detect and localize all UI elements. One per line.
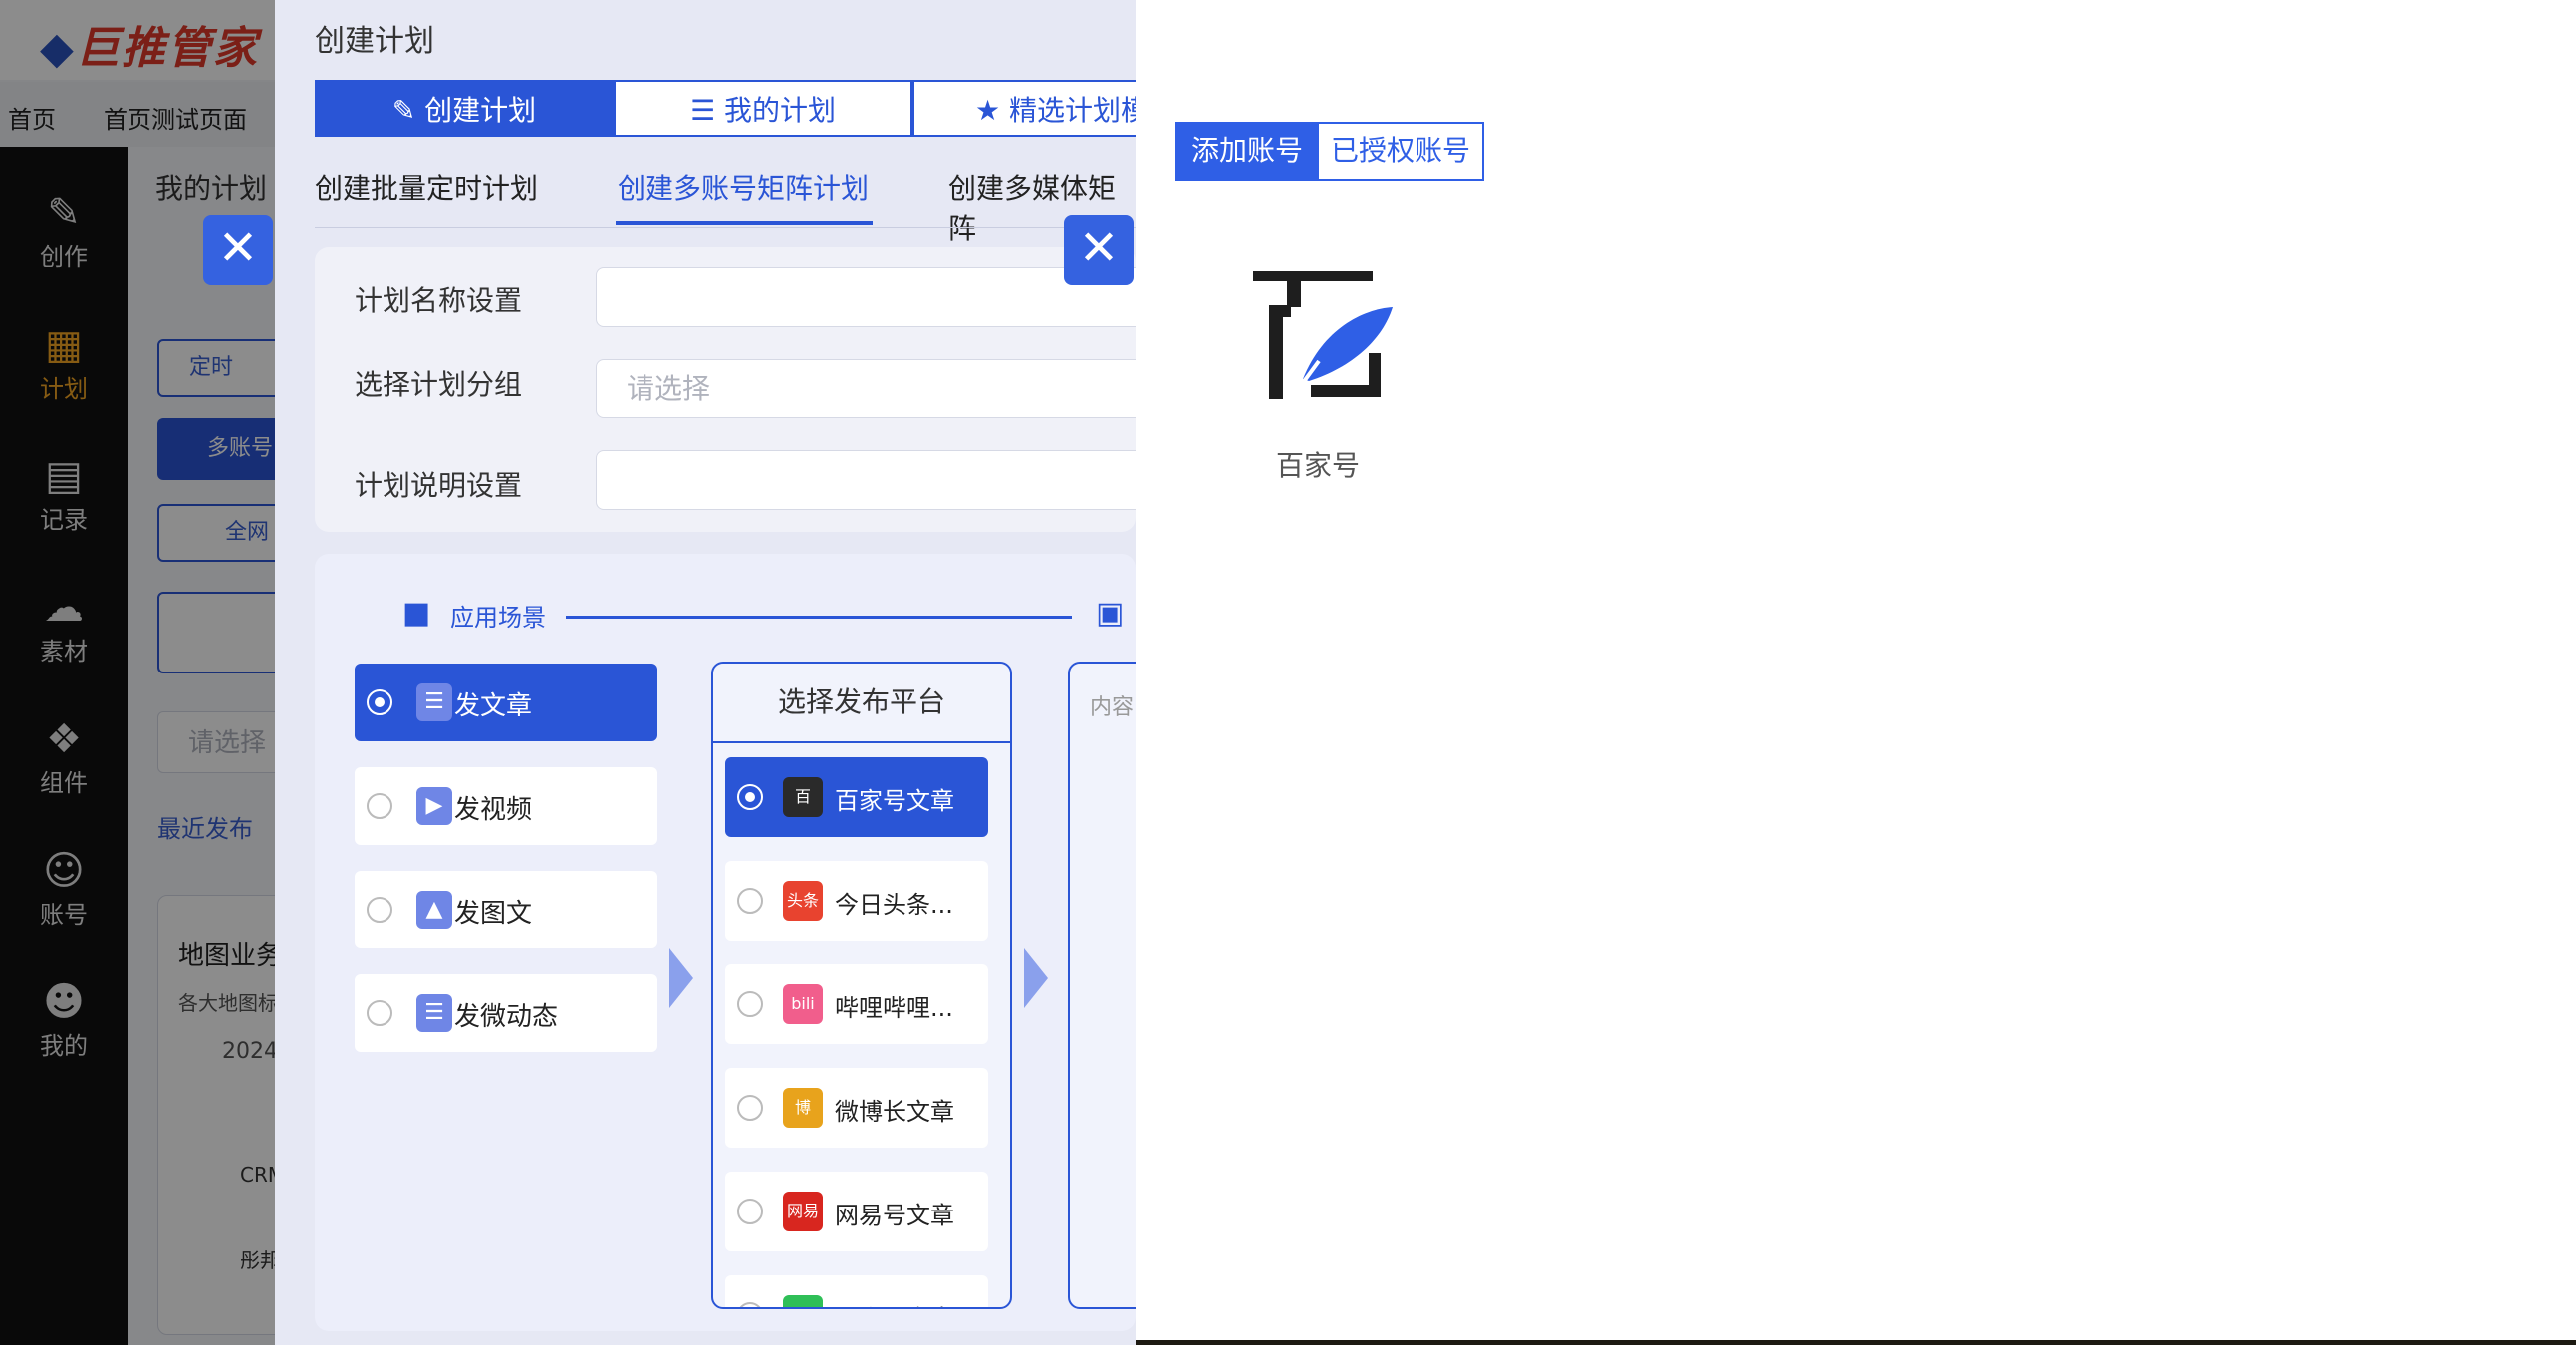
weibo-icon: 博 [783, 1088, 823, 1128]
toutiao-icon: 头条 [783, 881, 823, 921]
platform-heading: 选择发布平台 [713, 664, 1010, 743]
account-label: 百家号 [1275, 449, 1360, 482]
platform-item-weibo[interactable]: 博微博长文章 [725, 1068, 988, 1148]
radio-icon [737, 888, 763, 914]
tab-authorized-accounts[interactable]: 已授权账号 [1317, 122, 1484, 181]
radio-icon [367, 689, 392, 715]
content-column: 内容 [1068, 662, 1136, 1309]
cube-icon: ■ [402, 596, 431, 631]
arrow-right-icon [669, 948, 693, 1008]
platform-item-netease[interactable]: 网易 网易号文章 [725, 1172, 988, 1251]
panel-bottom-strip [1136, 1340, 2576, 1345]
plan-desc-label: 计划说明设置 [355, 469, 523, 502]
subtab-batch-timer[interactable]: 创建批量定时计划 [315, 167, 538, 207]
add-account-panel [1136, 0, 2576, 1340]
radio-icon [737, 1199, 763, 1224]
platform-item-wechat[interactable]: 公公众号文章 [725, 1275, 988, 1307]
video-icon: ▶ [416, 787, 452, 825]
platform-item-bilibili[interactable]: bili 哔哩哔哩... [725, 964, 988, 1044]
dialog-title: 创建计划 [315, 24, 434, 59]
create-plan-dialog: 创建计划 ✎ 创建计划 ☰ 我的计划 ★ 精选计划模 创建批量定时计划 创建多账… [275, 0, 1136, 1345]
radio-icon [367, 897, 392, 923]
plan-group-select[interactable]: 请选择 [596, 359, 1136, 418]
radio-icon [737, 991, 763, 1017]
scan-icon: ▣ [1096, 596, 1125, 631]
radio-icon [737, 1302, 763, 1307]
scene-option-image-text[interactable]: ▲ 发图文 [355, 871, 657, 948]
baijiahao-icon: 百 [783, 777, 823, 817]
scene-option-micro-post[interactable]: ☰ 发微动态 [355, 974, 657, 1052]
platform-item-toutiao[interactable]: 头条 今日头条... [725, 861, 988, 941]
radio-icon [737, 784, 763, 810]
close-icon[interactable]: ✕ [1064, 215, 1134, 285]
calendar-edit-icon: ✎ [391, 94, 425, 127]
star-board-icon: ★ [974, 94, 1009, 127]
bookmark-icon: ☰ [416, 994, 452, 1032]
platform-item-baijiahao[interactable]: 百百家号文章 [725, 757, 988, 837]
tab-my-plans[interactable]: ☰ 我的计划 [614, 80, 912, 137]
wechat-icon: 公 [783, 1295, 823, 1307]
platform-column: 选择发布平台 百百家号文章 头条 今日头条... bili 哔哩哔哩... 博微博长… [711, 662, 1012, 1309]
radio-icon [367, 1000, 392, 1026]
image-icon: ▲ [416, 891, 452, 929]
plan-group-label: 选择计划分组 [355, 368, 523, 401]
tab-create-plan[interactable]: ✎ 创建计划 [315, 80, 614, 137]
tab-featured-templates[interactable]: ★ 精选计划模 [912, 80, 1136, 137]
scene-option-article[interactable]: ☰ 发文章 [355, 664, 657, 741]
scene-heading: 应用场景 [450, 604, 546, 632]
plan-desc-input[interactable] [596, 450, 1136, 510]
subtab-multi-account[interactable]: 创建多账号矩阵计划 [618, 167, 869, 207]
tab-add-account[interactable]: 添加账号 [1175, 122, 1319, 181]
subtab-underline [616, 221, 873, 225]
netease-icon: 网易 [783, 1192, 823, 1231]
baijiahao-logo-icon [1253, 271, 1393, 399]
plan-name-label: 计划名称设置 [355, 284, 523, 317]
scene-option-video[interactable]: ▶ 发视频 [355, 767, 657, 845]
bilibili-icon: bili [783, 984, 823, 1024]
arrow-right-icon [1024, 948, 1048, 1008]
subtab-divider [315, 227, 1136, 228]
article-icon: ☰ [416, 683, 452, 721]
close-icon[interactable]: ✕ [203, 215, 273, 285]
content-heading: 内容 [1090, 695, 1135, 720]
list-icon: ☰ [689, 94, 724, 127]
radio-icon [367, 793, 392, 819]
plan-name-input[interactable] [596, 267, 1136, 327]
scene-line [566, 616, 1072, 619]
radio-icon [737, 1095, 763, 1121]
